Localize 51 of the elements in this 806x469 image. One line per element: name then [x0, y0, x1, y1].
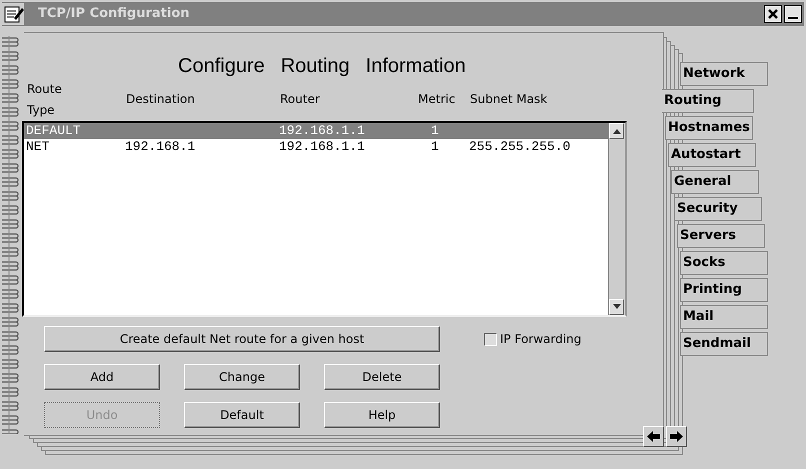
scroll-up-button[interactable]	[609, 123, 624, 139]
ip-forwarding-checkbox[interactable]	[484, 332, 497, 346]
table-cell: 192.168.1.1	[279, 123, 365, 138]
action-button[interactable]: Help	[324, 402, 440, 428]
table-cell: 192.168.1.1	[279, 139, 365, 154]
minimize-button[interactable]	[784, 5, 802, 23]
close-icon	[767, 8, 779, 20]
action-button[interactable]: Change	[184, 364, 300, 390]
tab[interactable]: Network	[680, 62, 768, 86]
tab[interactable]: Autostart	[668, 143, 756, 167]
previous-page-button[interactable]	[643, 426, 664, 447]
minimize-icon	[788, 17, 798, 19]
window-title: TCP/IP Configuration	[37, 5, 191, 24]
scroll-down-button[interactable]	[609, 299, 624, 315]
left-arrow-icon	[647, 431, 660, 442]
column-header: Destination	[126, 91, 195, 108]
table-cell: 192.168.1	[125, 139, 196, 154]
up-arrow-icon	[612, 128, 620, 134]
down-arrow-icon	[612, 304, 620, 310]
table-cell: NET	[26, 139, 50, 154]
table-cell: 1	[431, 139, 439, 154]
right-arrow-icon	[670, 431, 683, 442]
table-cell: DEFAULT	[26, 123, 81, 138]
column-header: Subnet Mask	[470, 91, 548, 108]
notepad-icon[interactable]	[2, 3, 24, 25]
next-page-button[interactable]	[666, 426, 687, 447]
column-header: Route Type	[27, 81, 62, 119]
close-button[interactable]	[764, 5, 782, 23]
route-row[interactable]: DEFAULT 192.168.1.1 1	[24, 123, 608, 139]
heading-word: Configure	[178, 54, 265, 79]
tab[interactable]: General	[671, 170, 759, 194]
action-button[interactable]: Add	[44, 364, 160, 390]
tab[interactable]: Socks	[680, 251, 768, 275]
checkbox-label: IP Forwarding	[500, 331, 582, 348]
create-route-button[interactable]: Create default Net route for a given host	[44, 326, 440, 352]
column-header: Router	[280, 91, 320, 108]
tab[interactable]: Routing	[662, 89, 754, 113]
heading-word: Information	[366, 54, 466, 79]
action-button[interactable]: Delete	[324, 364, 440, 390]
heading-word: Routing	[280, 54, 350, 79]
tab[interactable]: Sendmail	[680, 332, 768, 356]
table-cell: 1	[431, 123, 439, 138]
tab[interactable]: Security	[674, 197, 762, 221]
tab[interactable]: Printing	[680, 278, 768, 302]
action-button[interactable]: Default	[184, 402, 300, 428]
column-header: Metric	[418, 91, 456, 108]
tab[interactable]: Mail	[680, 305, 768, 329]
tab[interactable]: Hostnames	[665, 116, 753, 140]
route-row[interactable]: NET 192.168.1 192.168.1.1 1 255.255.255.0	[24, 139, 608, 155]
tab[interactable]: Servers	[677, 224, 765, 248]
table-cell: 255.255.255.0	[469, 139, 570, 154]
